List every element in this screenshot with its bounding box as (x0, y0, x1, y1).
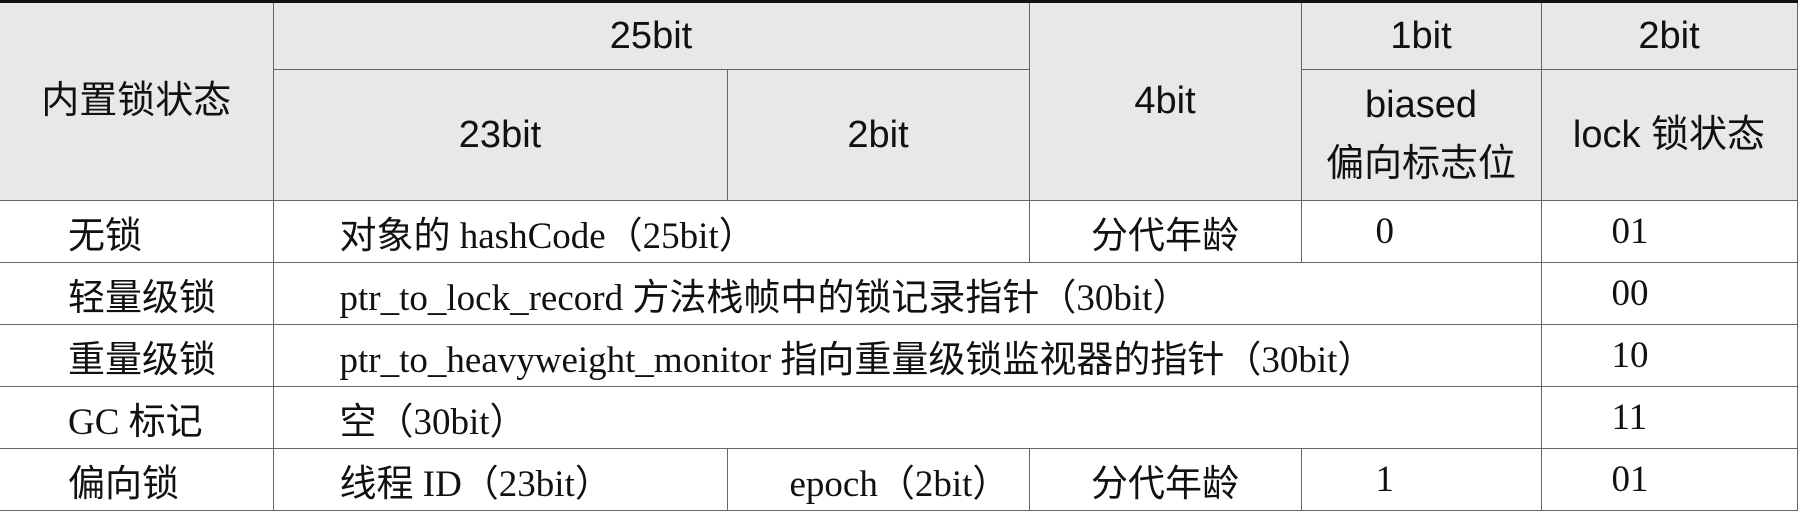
row-lock: 01 (1540, 448, 1798, 511)
row-state: 轻量级锁 (0, 262, 274, 325)
row-lock: 10 (1540, 324, 1798, 387)
header-biased-flag: biased 偏向标志位 (1300, 69, 1542, 201)
header-23bit: 23bit (273, 69, 728, 201)
header-lock-label: lock 锁状态 (1540, 69, 1798, 201)
table-row: 无锁 对象的 hashCode（25bit） 分代年龄 0 01 (0, 200, 1798, 263)
table-row: 偏向锁 线程 ID（23bit） epoch（2bit） 分代年龄 1 01 (0, 448, 1798, 511)
table-row: 重量级锁 ptr_to_heavyweight_monitor 指向重量级锁监视… (0, 324, 1798, 387)
header-4bit: 4bit (1028, 0, 1302, 201)
row-biased: 0 (1300, 200, 1542, 263)
row-age: 分代年龄 (1028, 200, 1302, 263)
header-2bit-lock: 2bit (1540, 0, 1798, 70)
mark-word-lock-state-table: 内置锁状态 25bit 4bit 1bit 2bit 23bit 2bit bi… (0, 0, 1798, 511)
row-lock: 00 (1540, 262, 1798, 325)
mark-word-table-container: 内置锁状态 25bit 4bit 1bit 2bit 23bit 2bit bi… (0, 0, 1804, 516)
header-2bit-sub: 2bit (726, 69, 1030, 201)
table-row: GC 标记 空（30bit） 11 (0, 386, 1798, 449)
row-lock: 11 (1540, 386, 1798, 449)
header-biased-en: biased (1365, 84, 1477, 127)
row-epoch: epoch（2bit） (726, 448, 1030, 511)
table-row: 轻量级锁 ptr_to_lock_record 方法栈帧中的锁记录指针（30bi… (0, 262, 1798, 325)
table-body: 无锁 对象的 hashCode（25bit） 分代年龄 0 01 轻量级锁 pt… (0, 200, 1798, 511)
row-thread-id: 线程 ID（23bit） (272, 448, 728, 511)
row-lock: 01 (1540, 200, 1798, 263)
row-content: 对象的 hashCode（25bit） (272, 200, 1030, 263)
row-biased: 1 (1300, 448, 1542, 511)
row-content: 空（30bit） (272, 386, 1542, 449)
header-biased-cn: 偏向标志位 (1325, 143, 1516, 185)
row-age: 分代年龄 (1028, 448, 1302, 511)
row-state: GC 标记 (0, 386, 274, 449)
table-header: 内置锁状态 25bit 4bit 1bit 2bit 23bit 2bit bi… (0, 0, 1798, 201)
row-state: 重量级锁 (0, 324, 274, 387)
header-state-label: 内置锁状态 (0, 0, 274, 201)
row-content: ptr_to_lock_record 方法栈帧中的锁记录指针（30bit） (272, 262, 1542, 325)
row-content: ptr_to_heavyweight_monitor 指向重量级锁监视器的指针（… (272, 324, 1542, 387)
header-25bit: 25bit (272, 0, 1030, 70)
header-1bit: 1bit (1300, 0, 1542, 70)
header-row-1: 内置锁状态 25bit 4bit 1bit 2bit (0, 0, 1798, 201)
row-state: 无锁 (0, 200, 274, 263)
row-state: 偏向锁 (0, 448, 274, 511)
